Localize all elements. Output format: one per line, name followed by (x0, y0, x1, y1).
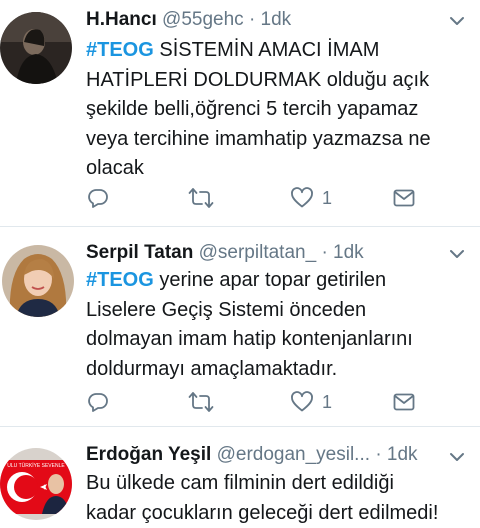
tweet-text-line: dolmayan imam hatip kontenjanlarını (86, 328, 413, 350)
reply-button[interactable] (86, 184, 110, 212)
tweet-actions: 1 (86, 184, 426, 212)
tweet-text-segment: SİSTEMİN AMACI İMAM (153, 39, 380, 61)
direct-message-button[interactable] (392, 184, 416, 212)
timestamp[interactable]: 1dk (333, 242, 364, 263)
author-handle[interactable]: @serpiltatan_ (199, 242, 317, 263)
author-name[interactable]: Serpil Tatan (86, 242, 193, 263)
author-name[interactable]: H.Hancı (86, 9, 157, 30)
reply-icon (88, 189, 108, 208)
retweet-icon (188, 392, 214, 412)
tweet-actions: 1 (86, 388, 426, 416)
envelope-icon (393, 393, 415, 411)
avatar-image (2, 245, 74, 317)
heart-icon (291, 187, 313, 208)
reply-icon (88, 393, 108, 412)
tweet-header: Erdoğan Yeşil @erdogan_yesil... · 1dk (86, 441, 440, 469)
tweet-text-line: #TEOG yerine apar topar getirilen (86, 266, 472, 296)
tweet-1[interactable]: H.Hancı @55gehc · 1dk #TEOG SİSTEMİN AMA… (0, 0, 480, 226)
separator-dot: · (375, 444, 382, 465)
hashtag-link[interactable]: #TEOG (86, 269, 154, 291)
hashtag-link[interactable]: #TEOG (86, 39, 154, 61)
tweet-2[interactable]: Serpil Tatan @serpiltatan_ · 1dk #TEOG y… (0, 227, 480, 425)
chevron-down-icon[interactable] (448, 12, 466, 30)
author-handle[interactable]: @55gehc (162, 9, 244, 30)
envelope-icon (393, 189, 415, 207)
tweet-text-line: kadar çocukların geleceği dert edilmedi! (86, 501, 439, 524)
heart-icon (291, 391, 313, 412)
tweet-text: #TEOG yerine apar topar getirilen Lisele… (86, 266, 472, 384)
avatar-image (0, 12, 72, 84)
separator-dot: · (248, 9, 256, 30)
tweet-header: H.Hancı @55gehc · 1dk (86, 6, 440, 34)
like-count: 1 (322, 187, 333, 208)
separator-dot: · (321, 242, 328, 263)
like-button[interactable]: 1 (290, 388, 332, 416)
tweet-text-line: şekilde belli,öğrenci 5 tercih yapamaz (86, 98, 419, 120)
timestamp[interactable]: 1dk (387, 444, 418, 465)
avatar-tatan[interactable] (2, 245, 74, 317)
retweet-button[interactable] (188, 184, 214, 212)
avatar-banner-text: ULU TÜRKİYE SEVENLE (7, 462, 65, 469)
tweet-text: Bu ülkede cam filminin dert edildiği kad… (86, 469, 476, 528)
avatar-hanci[interactable] (0, 12, 72, 84)
like-button[interactable]: 1 (290, 184, 332, 212)
author-name[interactable]: Erdoğan Yeşil (86, 444, 211, 465)
direct-message-button[interactable] (392, 388, 416, 416)
chevron-down-icon[interactable] (448, 245, 466, 263)
avatar-image: ULU TÜRKİYE SEVENLE (0, 448, 72, 520)
timestamp[interactable]: 1dk (261, 9, 292, 30)
reply-button[interactable] (86, 388, 110, 416)
retweet-button[interactable] (188, 388, 214, 416)
tweet-text-line: #TEOG SİSTEMİN AMACI İMAM (86, 36, 472, 66)
retweet-icon (188, 188, 214, 208)
tweet-3[interactable]: ULU TÜRKİYE SEVENLE Erdoğan Yeşil @erdog… (0, 427, 480, 528)
tweet-header: Serpil Tatan @serpiltatan_ · 1dk (86, 239, 440, 267)
avatar-yesil[interactable]: ULU TÜRKİYE SEVENLE (0, 448, 72, 520)
tweet-text-line: HATİPLERİ DOLDURMAK olduğu açık (86, 68, 430, 91)
chevron-down-icon[interactable] (448, 448, 466, 466)
tweet-text-line: doldurmayı amaçlamaktadır. (86, 357, 338, 380)
tweet-text-line: Bu ülkede cam filminin dert edildiği (86, 472, 394, 494)
tweet-text: #TEOG SİSTEMİN AMACI İMAM HATİPLERİ DOLD… (86, 36, 472, 184)
like-count: 1 (322, 391, 333, 412)
author-handle[interactable]: @erdogan_yesil... (217, 444, 370, 465)
tweet-text-segment: yerine apar topar getirilen (153, 269, 387, 291)
tweet-text-line: veya tercihine imamhatip yazmazsa ne (86, 127, 431, 150)
tweet-text-line: olacak (86, 157, 144, 179)
tweet-text-line: Liselere Geçiş Sistemi önceden (86, 298, 367, 321)
